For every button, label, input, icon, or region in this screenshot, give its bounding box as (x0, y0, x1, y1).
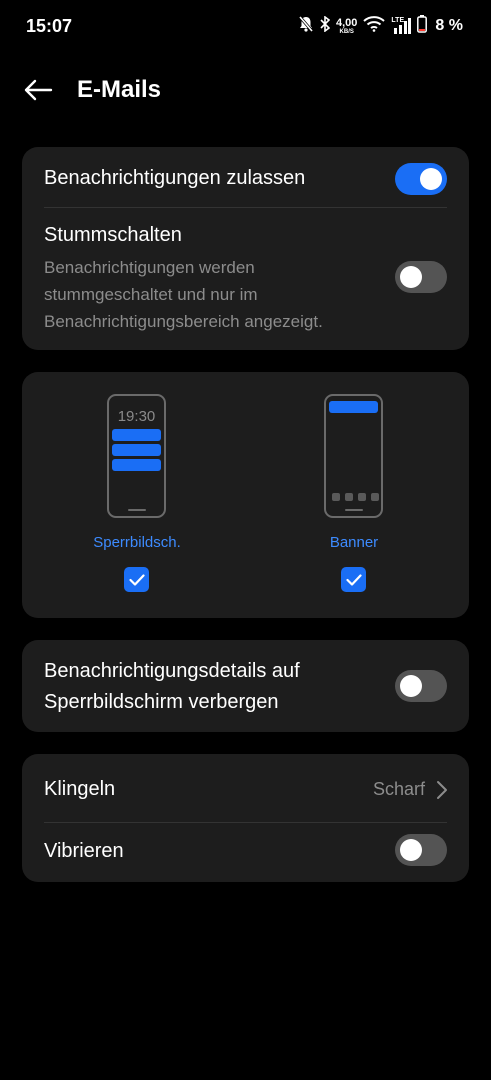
status-bar: 15:07 4,00 KB/S LTE 8 % (0, 0, 491, 52)
mute-label: Stummschalten (44, 224, 182, 246)
divider (44, 207, 447, 208)
lockscreen-option-label[interactable]: Sperrbildsch. (67, 534, 207, 551)
net-speed: 4,00 KB/S (336, 16, 358, 35)
banner-preview[interactable] (324, 394, 383, 518)
preview-clock: 19:30 (117, 408, 156, 425)
bluetooth-icon (320, 14, 331, 37)
banner-checkbox[interactable] (341, 567, 366, 592)
allow-notifications-toggle[interactable] (395, 163, 447, 195)
status-time: 15:07 (26, 16, 73, 36)
checkmark-icon (345, 573, 362, 586)
vibrate-label: Vibrieren (44, 840, 124, 862)
ring-row[interactable]: Klingeln Scharf (22, 754, 469, 822)
back-button[interactable] (20, 74, 56, 106)
divider (44, 822, 447, 823)
sound-vibration-card: Klingeln Scharf Vibrieren (22, 754, 469, 882)
notification-bar (112, 429, 161, 441)
banner-option-label[interactable]: Banner (284, 534, 424, 551)
chevron-right-icon (437, 781, 447, 799)
lockscreen-checkbox[interactable] (124, 567, 149, 592)
muted-bell-icon (298, 15, 314, 38)
hide-details-toggle[interactable] (395, 670, 447, 702)
lockscreen-preview[interactable]: 19:30 (107, 394, 166, 518)
toggle-knob (400, 839, 422, 861)
home-indicator (127, 509, 146, 511)
battery-icon (417, 14, 428, 38)
battery-percent: 8 % (435, 17, 463, 34)
checkmark-icon (128, 573, 145, 586)
signal-icon: LTE (391, 17, 412, 35)
hide-details-card: Benachrichtigungsdetails auf Sperrbildsc… (22, 640, 469, 732)
notification-settings-card: Benachrichtigungen zulassen Stummschalte… (22, 147, 469, 350)
display-style-card: 19:30 Sperrbildsch. Banner (22, 372, 469, 618)
notification-bar (112, 444, 161, 456)
ring-value: Scharf (372, 779, 425, 799)
toggle-knob (400, 266, 422, 288)
toggle-knob (400, 675, 422, 697)
home-indicator (344, 509, 363, 511)
mute-toggle[interactable] (395, 261, 447, 293)
status-icons: 4,00 KB/S LTE 8 % (298, 14, 463, 38)
page-title: E-Mails (77, 76, 162, 103)
allow-notifications-label: Benachrichtigungen zulassen (44, 167, 306, 189)
banner-bar (329, 401, 378, 413)
toggle-knob (420, 168, 442, 190)
wifi-icon (363, 15, 386, 37)
net-speed-unit: KB/S (339, 28, 354, 35)
hide-details-label: Benachrichtigungsdetails auf Sperrbildsc… (44, 660, 300, 713)
ring-label: Klingeln (44, 778, 116, 800)
mute-description: Benachrichtigungen werden stummgeschalte… (44, 258, 323, 331)
back-arrow-icon (24, 79, 53, 101)
notification-bar (112, 459, 161, 471)
net-speed-value: 4,00 (336, 16, 358, 29)
vibrate-toggle[interactable] (395, 834, 447, 866)
app-bar: E-Mails (0, 60, 491, 120)
dock-icons (332, 493, 379, 501)
